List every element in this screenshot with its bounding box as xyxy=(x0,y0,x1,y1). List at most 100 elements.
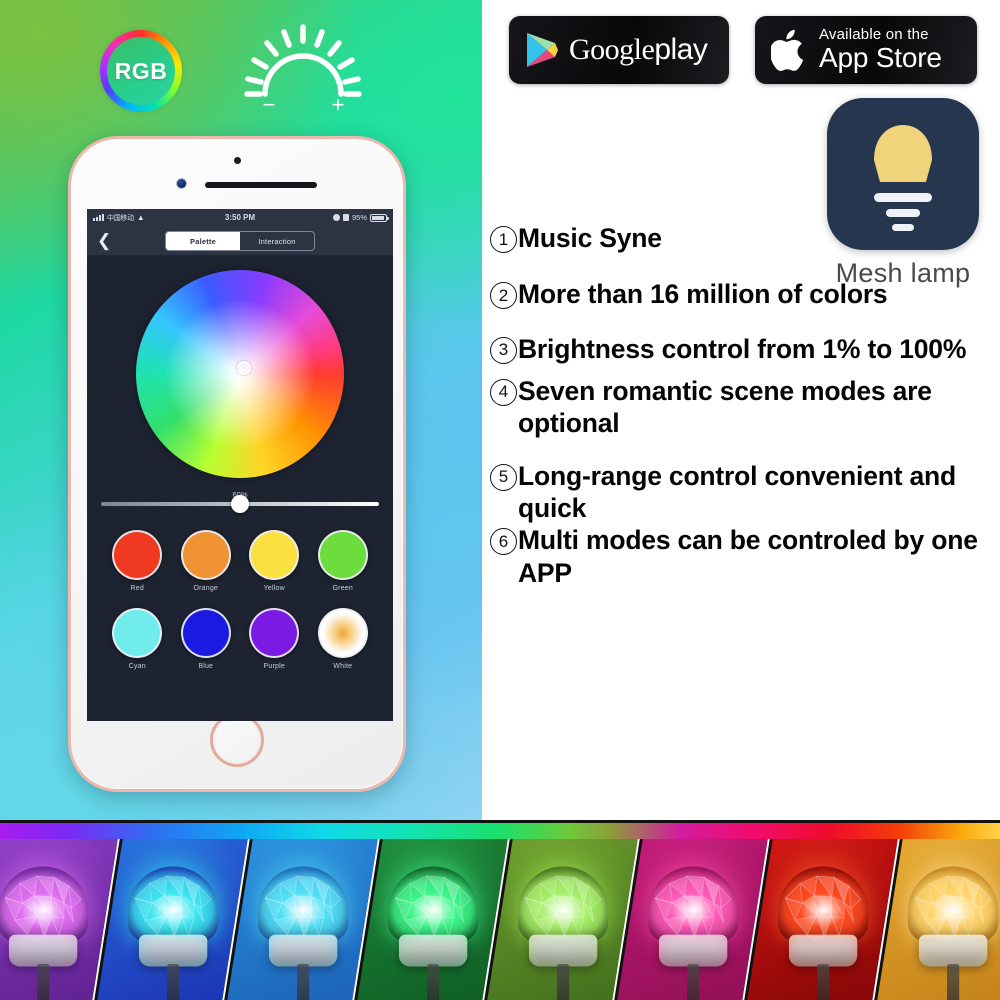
color-preset-dot xyxy=(249,608,300,658)
lamp-faceted-dome xyxy=(127,865,218,942)
led-lamp-photo xyxy=(907,854,998,1000)
led-lamp-photo xyxy=(257,854,348,1000)
earpiece-speaker-icon xyxy=(205,182,317,188)
tab-interaction[interactable]: Interaction xyxy=(240,232,314,250)
lamp-base xyxy=(658,934,727,966)
lamp-facet-pattern xyxy=(263,874,341,942)
rgb-badge-icon: RGB xyxy=(100,30,182,112)
lamp-stem xyxy=(426,963,439,1000)
feature-item-2: 2 More than 16 million of colors xyxy=(490,278,1000,310)
color-preset-dot xyxy=(317,608,368,658)
brightness-slider[interactable] xyxy=(101,495,379,513)
lamp-facet-pattern xyxy=(393,874,471,942)
home-button[interactable] xyxy=(210,713,264,767)
color-preset-yellow[interactable]: Yellow xyxy=(249,530,300,592)
brightness-slider-container: 60% xyxy=(87,490,393,513)
lamp-stem xyxy=(946,963,959,1000)
rgb-badge-label: RGB xyxy=(114,57,168,84)
feature-number-badge: 3 xyxy=(490,336,517,364)
brightness-plus-label: + xyxy=(332,92,345,114)
lamp-facet-pattern xyxy=(133,874,211,942)
led-lamp-photo xyxy=(127,854,218,1000)
feature-list: 1 Music Syne 2 More than 16 million of colo… xyxy=(490,222,1000,593)
color-preset-blue[interactable]: Blue xyxy=(180,608,231,670)
color-preset-cyan[interactable]: Cyan xyxy=(112,608,163,670)
lamp-faceted-dome xyxy=(387,865,478,942)
color-preset-grid: Red Orange Yellow Green Cyan Blue Purple White xyxy=(87,530,393,670)
color-preset-white[interactable]: White xyxy=(317,608,368,670)
palette-screen: 60% Red Orange Yellow Green Cyan Blue Purple Wh… xyxy=(87,256,393,721)
product-panel-cyan-blue xyxy=(227,839,380,1000)
lamp-base xyxy=(8,934,77,966)
color-preset-dot xyxy=(249,530,300,580)
color-preset-label: Green xyxy=(332,585,353,592)
product-listing-image: RGB − + 中国移动 ▲ 3:50 PM 95% ❮ Palette Int… xyxy=(0,0,1000,1000)
lamp-facet-pattern xyxy=(653,874,731,942)
feature-number-badge: 1 xyxy=(490,226,517,253)
product-panel-background xyxy=(487,839,639,1000)
lamp-base xyxy=(268,934,337,966)
color-preset-purple[interactable]: Purple xyxy=(249,608,300,670)
color-preset-dot xyxy=(180,608,231,658)
product-panel-light-green xyxy=(487,839,640,1000)
lamp-faceted-dome xyxy=(647,865,738,942)
color-preset-label: Purple xyxy=(263,663,285,670)
status-bar: 中国移动 3:50 PM 95% xyxy=(87,209,393,226)
app-store-top-label: Available on the xyxy=(819,26,929,44)
rainbow-divider-bar xyxy=(0,823,1000,839)
lamp-facet-pattern xyxy=(783,874,861,942)
feature-text: Seven romantic scene modes are optional xyxy=(518,375,932,439)
color-preset-red[interactable]: Red xyxy=(112,530,163,592)
lamp-base xyxy=(528,934,597,966)
brightness-dimmer-icon: − + xyxy=(228,22,378,114)
lamp-faceted-dome xyxy=(257,865,348,942)
feature-text: Long-range control convenient and quick xyxy=(518,460,957,523)
lamp-base xyxy=(398,934,467,966)
feature-item-5: 5 Long-range control convenient and quick xyxy=(490,460,1000,525)
feature-item-1: 1 Music Syne xyxy=(490,222,1000,254)
back-chevron-icon[interactable]: ❮ xyxy=(97,232,111,249)
feature-number-badge: 5 xyxy=(490,463,517,491)
lamp-facet-pattern xyxy=(523,874,601,942)
lamp-facet-pattern xyxy=(3,874,81,942)
product-panel-magenta xyxy=(617,839,770,1000)
color-preset-label: Red xyxy=(130,585,144,592)
google-play-badge[interactable]: Googleplay xyxy=(509,16,729,84)
feature-text: Brightness control from 1% to 100% xyxy=(518,333,967,364)
left-gradient-panel: RGB − + 中国移动 ▲ 3:50 PM 95% ❮ Palette Int… xyxy=(0,0,482,820)
feature-text: Multi modes can be controled by one APP xyxy=(518,525,978,588)
feature-number-badge: 4 xyxy=(490,378,517,406)
color-preset-label: Yellow xyxy=(263,585,285,592)
product-panels xyxy=(0,839,1000,1000)
phone-screen: 中国移动 3:50 PM 95% ❮ Palette xyxy=(87,209,393,721)
color-preset-orange[interactable]: Orange xyxy=(180,530,231,592)
google-play-wordmark: Googleplay xyxy=(569,35,708,65)
lamp-base xyxy=(918,934,987,966)
google-play-triangle-icon xyxy=(525,31,559,69)
product-panel-background xyxy=(617,839,769,1000)
brightness-slider-thumb[interactable] xyxy=(231,495,249,513)
feature-text: More than 16 million of colors xyxy=(518,279,888,310)
phone-mockup: 中国移动 3:50 PM 95% ❮ Palette xyxy=(68,136,406,792)
lamp-stem xyxy=(166,963,179,1000)
color-preset-green[interactable]: Green xyxy=(317,530,368,592)
lamp-faceted-dome xyxy=(0,865,88,942)
lamp-base xyxy=(138,934,207,966)
color-preset-label: White xyxy=(333,663,353,670)
color-preset-label: Cyan xyxy=(128,663,146,670)
feature-number-badge: 2 xyxy=(490,282,517,310)
lamp-stem xyxy=(36,963,49,1000)
lamp-stem xyxy=(816,963,829,1000)
product-panel-background xyxy=(227,839,379,1000)
tab-palette[interactable]: Palette xyxy=(166,232,240,250)
right-feature-panel: Googleplay Available on the App Store Me… xyxy=(482,0,1000,820)
app-store-badge[interactable]: Available on the App Store xyxy=(755,16,977,84)
product-panel-background xyxy=(97,839,249,1000)
feature-item-4: 4 Seven romantic scene modes are optional xyxy=(490,375,1000,440)
color-wheel-selector-handle[interactable] xyxy=(237,361,251,375)
led-lamp-photo xyxy=(387,854,478,1000)
front-camera-icon xyxy=(177,179,186,188)
color-wheel-container xyxy=(87,270,393,478)
color-wheel-picker[interactable] xyxy=(136,270,344,478)
led-lamp-photo xyxy=(0,854,88,1000)
